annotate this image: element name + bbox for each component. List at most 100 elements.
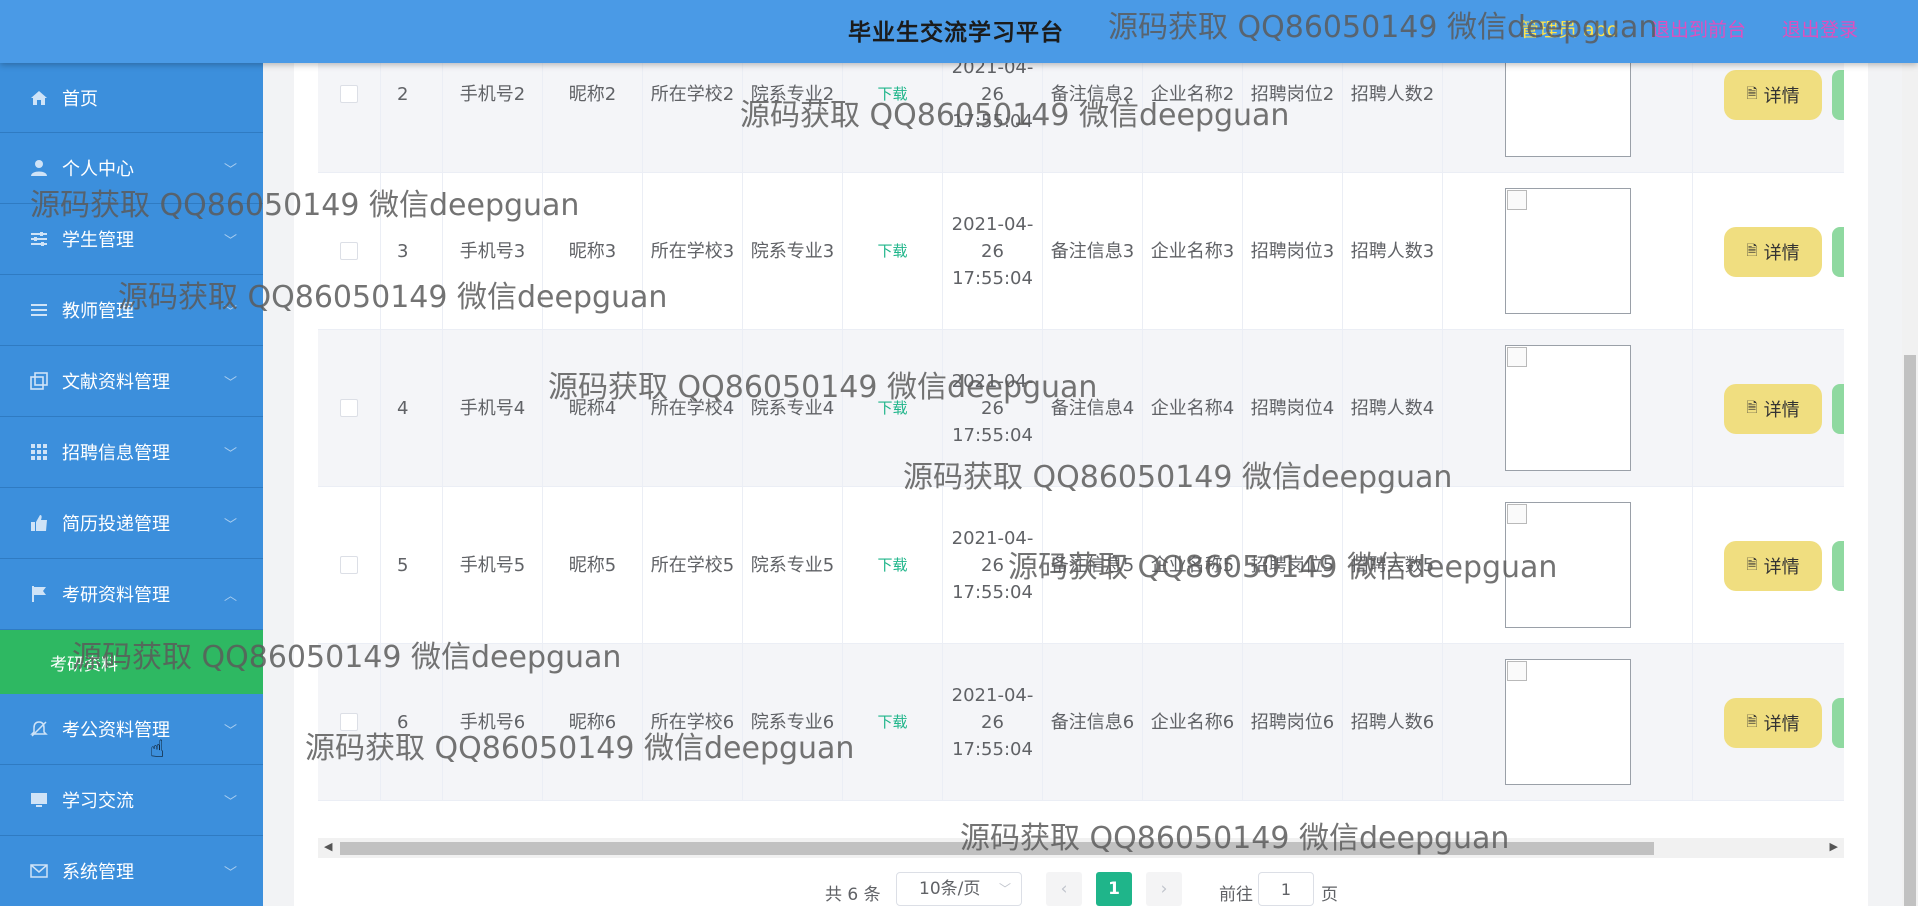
- sidebar-item-resumes[interactable]: 简历投递管理 ﹀: [0, 488, 263, 559]
- edit-button[interactable]: [1832, 541, 1844, 591]
- cell-phone: 手机号3: [443, 173, 543, 329]
- edit-button[interactable]: [1832, 384, 1844, 434]
- detail-button[interactable]: 🗎 详情: [1724, 70, 1822, 120]
- cell-position: 招聘岗位6: [1243, 644, 1343, 800]
- sidebar-item-profile[interactable]: 个人中心 ﹀: [0, 133, 263, 204]
- sidebar-item-label: 文献资料管理: [62, 372, 170, 393]
- sidebar-item-civil-materials[interactable]: 考公资料管理 ﹀: [0, 694, 263, 765]
- cell-major: 院系专业3: [743, 173, 843, 329]
- download-link[interactable]: 下载: [877, 709, 907, 736]
- download-link[interactable]: 下载: [877, 238, 907, 265]
- table-row: 3 手机号3 昵称3 所在学校3 院系专业3 下载 2021-04-26 17:…: [318, 173, 1844, 330]
- row-checkbox[interactable]: [340, 713, 358, 731]
- cell-id: 5: [381, 487, 443, 643]
- sidebar-subitem-grad-materials[interactable]: 考研资料: [0, 630, 263, 694]
- chevron-down-icon: ﹀: [223, 305, 237, 320]
- page-size-value: 10条/页: [919, 879, 981, 899]
- page-number-current[interactable]: 1: [1096, 872, 1132, 906]
- cell-position: 招聘岗位2: [1243, 63, 1343, 172]
- row-image: [1504, 188, 1631, 314]
- thumbs-up-icon: [28, 512, 50, 534]
- sidebar: 首页 个人中心 ﹀ 学生管理 ﹀ 教师管理 ﹀ 文献资料管理 ﹀ 招聘信息管理 …: [0, 63, 263, 906]
- horizontal-scroll-thumb[interactable]: [340, 842, 1654, 855]
- row-checkbox[interactable]: [340, 242, 358, 260]
- cell-time: 2021-04-26 17:55:04: [943, 487, 1043, 643]
- download-link[interactable]: 下载: [877, 395, 907, 422]
- sidebar-item-label: 教师管理: [62, 301, 134, 322]
- detail-button-label: 详情: [1763, 557, 1800, 578]
- app-title: 毕业生交流学习平台: [848, 20, 1064, 46]
- page-unit-label: 页: [1321, 885, 1338, 905]
- edit-button[interactable]: [1832, 227, 1844, 277]
- cell-major: 院系专业4: [743, 330, 843, 486]
- download-link[interactable]: 下载: [877, 552, 907, 579]
- cell-time: 2021-04-26 17:55:04: [943, 330, 1043, 486]
- detail-button[interactable]: 🗎 详情: [1724, 227, 1822, 277]
- horizontal-scrollbar[interactable]: ◀ ▶: [318, 838, 1844, 858]
- cell-time: 2021-04-26 17:55:04: [943, 63, 1043, 172]
- cell-company: 企业名称5: [1143, 487, 1243, 643]
- row-checkbox[interactable]: [340, 399, 358, 417]
- detail-button-label: 详情: [1763, 400, 1800, 421]
- sidebar-item-label: 简历投递管理: [62, 514, 170, 535]
- goto-page-input[interactable]: [1258, 872, 1314, 906]
- monitor-icon: [28, 789, 50, 811]
- cell-note: 备注信息2: [1043, 63, 1143, 172]
- cell-company: 企业名称4: [1143, 330, 1243, 486]
- scroll-left-icon[interactable]: ◀: [324, 840, 332, 853]
- document-icon: 🗎: [1746, 557, 1758, 573]
- sidebar-item-system[interactable]: 系统管理 ﹀: [0, 836, 263, 906]
- next-page-button[interactable]: ›: [1146, 872, 1182, 906]
- cell-phone: 手机号4: [443, 330, 543, 486]
- row-checkbox[interactable]: [340, 556, 358, 574]
- chevron-down-icon: ﹀: [223, 724, 237, 739]
- document-icon: 🗎: [1746, 400, 1758, 416]
- detail-button[interactable]: 🗎 详情: [1724, 384, 1822, 434]
- vertical-scroll-thumb[interactable]: [1904, 355, 1916, 906]
- cell-phone: 手机号6: [443, 644, 543, 800]
- flag-icon: [28, 583, 50, 605]
- row-checkbox[interactable]: [340, 85, 358, 103]
- download-link[interactable]: 下载: [877, 81, 907, 108]
- bell-off-icon: [28, 718, 50, 740]
- current-user: 管理员 abo: [1520, 19, 1619, 41]
- hand-cursor-icon: ☝: [150, 735, 165, 763]
- cell-position: 招聘岗位3: [1243, 173, 1343, 329]
- row-image: [1504, 345, 1631, 471]
- sidebar-item-home[interactable]: 首页: [0, 63, 263, 133]
- cell-school: 所在学校6: [643, 644, 743, 800]
- cell-id: 3: [381, 173, 443, 329]
- sidebar-item-label: 学生管理: [62, 230, 134, 251]
- cell-time: 2021-04-26 17:55:04: [943, 644, 1043, 800]
- page-size-select[interactable]: 10条/页 ﹀: [896, 872, 1022, 906]
- sidebar-item-students[interactable]: 学生管理 ﹀: [0, 204, 263, 275]
- detail-button[interactable]: 🗎 详情: [1724, 541, 1822, 591]
- cell-note: 备注信息5: [1043, 487, 1143, 643]
- table-row: 4 手机号4 昵称4 所在学校4 院系专业4 下载 2021-04-26 17:…: [318, 330, 1844, 487]
- exit-to-frontend-link[interactable]: 退出到前台: [1651, 15, 1746, 42]
- data-table: 2 手机号2 昵称2 所在学校2 院系专业2 下载 2021-04-26 17:…: [318, 63, 1844, 840]
- cell-count: 招聘人数3: [1343, 173, 1443, 329]
- chevron-down-icon: ﹀: [223, 234, 237, 249]
- sidebar-item-grad-materials[interactable]: 考研资料管理 ︿: [0, 559, 263, 630]
- broken-image-icon: [1506, 347, 1527, 367]
- chevron-up-icon: ︿: [223, 589, 237, 604]
- cell-count: 招聘人数4: [1343, 330, 1443, 486]
- sidebar-item-literature[interactable]: 文献资料管理 ﹀: [0, 346, 263, 417]
- scroll-right-icon[interactable]: ▶: [1830, 840, 1838, 853]
- sidebar-item-study-exchange[interactable]: 学习交流 ﹀: [0, 765, 263, 836]
- edit-button[interactable]: [1832, 698, 1844, 748]
- vertical-scrollbar[interactable]: [1902, 63, 1918, 906]
- edit-button[interactable]: [1832, 70, 1844, 120]
- detail-button[interactable]: 🗎 详情: [1724, 698, 1822, 748]
- sidebar-item-recruitment[interactable]: 招聘信息管理 ﹀: [0, 417, 263, 488]
- document-icon: 🗎: [1746, 86, 1758, 102]
- cell-time: 2021-04-26 17:55:04: [943, 173, 1043, 329]
- cell-nickname: 昵称3: [543, 173, 643, 329]
- prev-page-button[interactable]: ‹: [1046, 872, 1082, 906]
- logout-link[interactable]: 退出登录: [1782, 15, 1858, 42]
- top-bar: 毕业生交流学习平台 管理员 abo 退出到前台 退出登录: [0, 0, 1918, 63]
- sidebar-item-teachers[interactable]: 教师管理 ﹀: [0, 275, 263, 346]
- detail-button-label: 详情: [1763, 243, 1800, 264]
- chevron-down-icon: ﹀: [223, 376, 237, 391]
